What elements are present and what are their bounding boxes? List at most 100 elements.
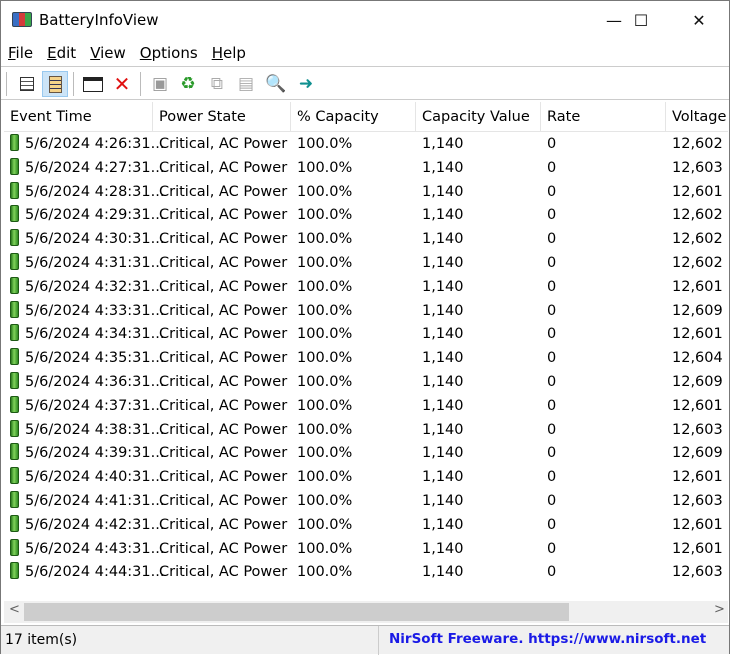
toolbar: ✕ ▣ ♻ ⧉ ▤ 🔍 ➜	[1, 66, 729, 100]
menu-accelerator: V	[90, 44, 101, 62]
table-row[interactable]: 5/6/2024 4:35:31... Critical, AC Power 100…	[4, 347, 728, 371]
cell-capacity: 100.0%	[291, 181, 352, 205]
column-header-capacity-value[interactable]: Capacity Value	[416, 102, 541, 132]
table-row[interactable]: 5/6/2024 4:38:31... Critical, AC Power 100…	[4, 419, 728, 443]
item-count: 17 item(s)	[5, 632, 78, 648]
cell-capacity: 100.0%	[291, 514, 352, 538]
table-row[interactable]: 5/6/2024 4:40:31... Critical, AC Power 100…	[4, 466, 728, 490]
cell-text: 12,601	[672, 278, 723, 295]
column-header-rate[interactable]: Rate	[541, 102, 666, 132]
menu-edit[interactable]: Edit	[40, 41, 83, 65]
cell-power-state: Critical, AC Power	[153, 228, 287, 252]
delete-icon[interactable]: ✕	[109, 71, 135, 97]
cell-capacity: 100.0%	[291, 561, 352, 585]
cell-voltage: 12,602	[666, 252, 723, 276]
table-row[interactable]: 5/6/2024 4:29:31... Critical, AC Power 100…	[4, 204, 728, 228]
cell-capacity: 100.0%	[291, 157, 352, 181]
cell-text: 1,140	[422, 136, 464, 152]
cell-capacity-value: 1,140	[416, 347, 464, 371]
cell-text: 100.0%	[297, 159, 353, 176]
table-row[interactable]: 5/6/2024 4:26:31... Critical, AC Power 100…	[4, 133, 728, 157]
copy-icon[interactable]: ⧉	[204, 71, 230, 97]
close-button[interactable]: ✕	[676, 1, 722, 39]
cell-text: 12,602	[672, 207, 723, 224]
battery-log-list[interactable]: Event Time Power State% Capacity Capacity …	[4, 102, 728, 600]
table-row[interactable]: 5/6/2024 4:41:31... Critical, AC Power 100…	[4, 490, 728, 514]
column-header-voltage[interactable]: Voltage	[666, 102, 728, 132]
refresh-icon[interactable]: ♻	[175, 71, 201, 97]
html-report-icon[interactable]	[80, 71, 106, 97]
cell-rate: 0	[541, 181, 556, 205]
column-header-capacity[interactable]: % Capacity	[291, 102, 416, 132]
cell-event-time: 5/6/2024 4:34:31...	[4, 323, 164, 347]
cell-capacity-value: 1,140	[416, 442, 464, 466]
battery-icon	[10, 300, 19, 318]
cell-rate: 0	[541, 252, 556, 276]
table-row[interactable]: 5/6/2024 4:30:31... Critical, AC Power 100…	[4, 228, 728, 252]
battery-icon	[10, 229, 19, 247]
menu-options[interactable]: Options	[133, 41, 205, 65]
table-row[interactable]: 5/6/2024 4:34:31... Critical, AC Power 100…	[4, 323, 728, 347]
nirsoft-link[interactable]: NirSoft Freeware. https://www.nirsoft.ne…	[378, 626, 706, 655]
table-row[interactable]: 5/6/2024 4:36:31... Critical, AC Power 100…	[4, 371, 728, 395]
cell-voltage: 12,601	[666, 514, 723, 538]
cell-text: 12,602	[672, 231, 723, 248]
cell-text: 1,140	[422, 374, 464, 390]
menu-help[interactable]: Help	[205, 41, 253, 65]
cell-text: Critical, AC Power	[159, 278, 288, 295]
exit-icon[interactable]: ➜	[293, 71, 319, 97]
table-row[interactable]: 5/6/2024 4:43:31... Critical, AC Power 100…	[4, 538, 728, 562]
cell-power-state: Critical, AC Power	[153, 466, 287, 490]
cell-text: 0	[547, 207, 557, 224]
column-header-event-time[interactable]: Event Time	[4, 102, 153, 132]
cell-voltage: 12,602	[666, 204, 723, 228]
cell-text: 5/6/2024 4:35:31...	[25, 350, 165, 367]
cell-rate: 0	[541, 133, 556, 157]
cell-text: 12,609	[672, 374, 723, 390]
horizontal-scrollbar[interactable]: < >	[4, 601, 728, 623]
cell-text: 12,601	[672, 516, 723, 533]
cell-text: 100.0%	[297, 231, 353, 248]
cell-event-time: 5/6/2024 4:43:31...	[4, 538, 164, 562]
table-row[interactable]: 5/6/2024 4:27:31... Critical, AC Power 100…	[4, 157, 728, 181]
table-row[interactable]: 5/6/2024 4:28:31... Critical, AC Power 100…	[4, 181, 728, 205]
cell-rate: 0	[541, 228, 556, 252]
cell-rate: 0	[541, 490, 556, 514]
table-row[interactable]: 5/6/2024 4:39:31... Critical, AC Power 100…	[4, 442, 728, 466]
cell-text: 12,609	[672, 302, 723, 319]
cell-event-time: 5/6/2024 4:42:31...	[4, 514, 164, 538]
menu-view[interactable]: View	[83, 41, 133, 65]
maximize-button[interactable]: ☐	[618, 1, 664, 39]
save-icon[interactable]: ▣	[147, 71, 173, 97]
table-row[interactable]: 5/6/2024 4:33:31... Critical, AC Power 100…	[4, 300, 728, 324]
scrollbar-thumb[interactable]	[24, 603, 569, 621]
table-row[interactable]: 5/6/2024 4:37:31... Critical, AC Power 100…	[4, 395, 728, 419]
cell-text: 100.0%	[297, 445, 353, 462]
cell-text: Critical, AC Power	[159, 302, 288, 319]
properties-icon[interactable]: ▤	[233, 71, 259, 97]
scroll-right-icon[interactable]: >	[714, 602, 725, 617]
cell-text: 100.0%	[297, 350, 353, 367]
cell-text: 1,140	[422, 421, 464, 438]
log-view-icon[interactable]	[42, 71, 68, 97]
cell-text: Critical, AC Power	[159, 445, 288, 462]
table-row[interactable]: 5/6/2024 4:44:31... Critical, AC Power 100…	[4, 561, 728, 585]
cell-rate: 0	[541, 347, 556, 371]
column-header-power-state[interactable]: Power State	[153, 102, 291, 132]
cell-capacity: 100.0%	[291, 466, 352, 490]
cell-text: 5/6/2024 4:42:31...	[25, 516, 165, 533]
table-row[interactable]: 5/6/2024 4:42:31... Critical, AC Power 100…	[4, 514, 728, 538]
cell-rate: 0	[541, 276, 556, 300]
find-icon[interactable]: 🔍	[263, 71, 289, 97]
cell-text: 100.0%	[297, 374, 353, 390]
cell-text: 5/6/2024 4:26:31...	[25, 136, 165, 152]
battery-icon	[10, 419, 19, 437]
table-row[interactable]: 5/6/2024 4:31:31... Critical, AC Power 100…	[4, 252, 728, 276]
menu-file[interactable]: File	[1, 41, 40, 65]
cell-text: 0	[547, 516, 557, 533]
scroll-left-icon[interactable]: <	[9, 602, 20, 617]
battery-icon	[10, 205, 19, 223]
cell-text: 12,601	[672, 540, 723, 557]
table-row[interactable]: 5/6/2024 4:32:31... Critical, AC Power 100…	[4, 276, 728, 300]
battery-info-icon[interactable]	[14, 71, 40, 97]
